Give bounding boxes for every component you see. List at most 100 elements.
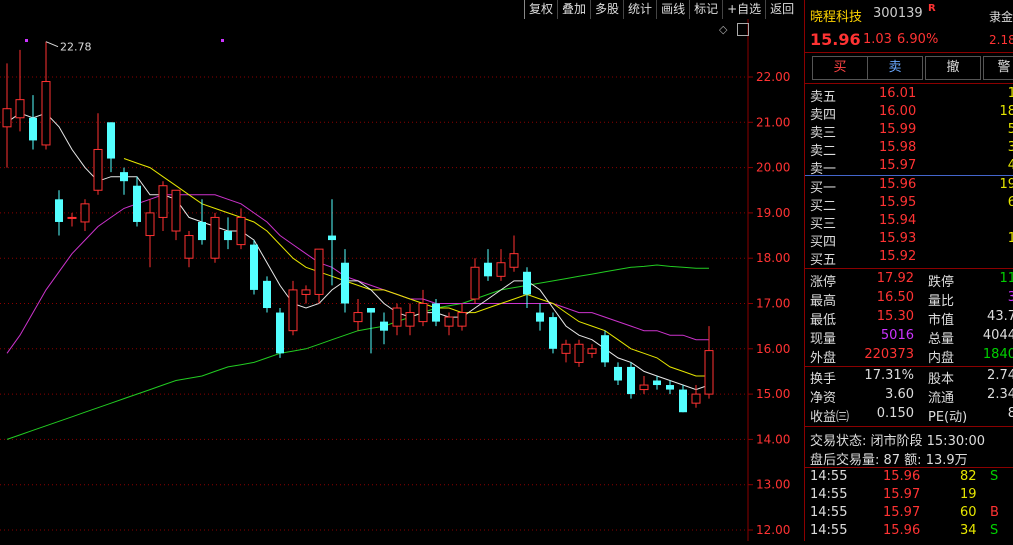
bid-row[interactable]: 买二 15.95 6 <box>805 195 1013 214</box>
toolbar-button-7[interactable]: 返回 <box>765 0 798 19</box>
bid-row[interactable]: 买一 15.96 19 <box>805 177 1013 196</box>
ask-row[interactable]: 卖二 15.98 3 <box>805 140 1013 159</box>
tick-volume: 82 <box>960 469 977 484</box>
candle-body <box>653 380 661 386</box>
candle-body <box>171 189 181 232</box>
bid-row[interactable]: 买三 15.94 <box>805 213 1013 232</box>
stat-value: 15.30 <box>876 309 914 324</box>
tick-row[interactable]: 14:55 15.97 19 <box>805 487 1013 505</box>
price-label: 17.00 <box>756 297 790 311</box>
stat-value: 16.50 <box>876 290 914 305</box>
price-label: 15.00 <box>756 387 790 401</box>
candle-body <box>93 148 103 191</box>
stat-label: 收益㈢ <box>810 410 850 425</box>
candle-body <box>691 393 701 404</box>
ask-price: 16.00 <box>879 104 917 119</box>
ask-row[interactable]: 卖五 16.01 1 <box>805 86 1013 105</box>
tick-volume: 60 <box>960 505 977 520</box>
tick-side: S <box>990 469 999 484</box>
candle-body <box>444 316 454 327</box>
event-marker <box>221 39 224 42</box>
buy-button[interactable]: 买 <box>812 56 868 80</box>
price-change-pct: 6.90% <box>897 32 939 47</box>
trade-status: 交易状态: 闭市阶段 15:30:00 <box>810 434 986 449</box>
ask-row[interactable]: 卖四 16.00 18 <box>805 104 1013 123</box>
sell-button[interactable]: 卖 <box>867 56 923 80</box>
ask-volume: 5 <box>1007 122 1013 137</box>
toolbar-button-4[interactable]: 画线 <box>656 0 689 19</box>
current-price: 15.96 <box>810 30 861 49</box>
stat-label: 跌停 <box>928 275 955 290</box>
candle-body <box>418 303 428 323</box>
stat-row[interactable]: 收益㈢ 0.150 PE(动) 8 <box>805 406 1013 425</box>
bid-row[interactable]: 买四 15.93 1 <box>805 231 1013 250</box>
stat-label: 换手 <box>810 372 837 387</box>
stat-label: 内盘 <box>928 351 955 366</box>
stat-value: 5016 <box>880 328 914 343</box>
stat-row[interactable]: 最低 15.30 市值 43.7 <box>805 309 1013 328</box>
toolbar-button-5[interactable]: 标记 <box>689 0 722 19</box>
candle-body <box>367 308 375 313</box>
chart-diamond-icon[interactable]: ◇ <box>719 23 727 36</box>
candle-body <box>353 312 363 323</box>
stat-row[interactable]: 换手 17.31% 股本 2.74 <box>805 368 1013 387</box>
bid-price: 15.96 <box>879 177 917 192</box>
candle-body <box>574 343 584 363</box>
tick-row[interactable]: 14:55 15.96 82 S <box>805 469 1013 487</box>
kline-chart[interactable]: 22.00 21.00 20.00 19.00 18.00 17.00 16.00 15.00… <box>0 19 800 541</box>
tick-row[interactable]: 14:55 15.97 60 B <box>805 505 1013 523</box>
tick-volume: 19 <box>960 487 977 502</box>
candle-body <box>301 289 311 295</box>
stat-label: 市值 <box>928 313 955 328</box>
stat-value: 3.60 <box>885 387 914 402</box>
candle-body <box>679 389 687 413</box>
candle-body <box>80 203 90 223</box>
toolbar-button-3[interactable]: 统计 <box>623 0 656 19</box>
toolbar-button-1[interactable]: 叠加 <box>557 0 590 19</box>
ask-price: 16.01 <box>879 86 917 101</box>
stat-row[interactable]: 最高 16.50 量比 3 <box>805 290 1013 309</box>
candle-body <box>392 307 402 327</box>
ask-volume: 18 <box>999 104 1013 119</box>
ask-row[interactable]: 卖三 15.99 5 <box>805 122 1013 141</box>
alert-button[interactable]: 警 <box>983 56 1013 80</box>
candle-body <box>470 266 480 300</box>
bid-label: 买三 <box>810 217 837 232</box>
candle-body <box>120 172 128 182</box>
candle-body <box>457 312 467 327</box>
candle-body <box>509 253 519 268</box>
price-label: 13.00 <box>756 478 790 492</box>
ask-label: 卖五 <box>810 90 837 105</box>
price-label: 20.00 <box>756 161 790 175</box>
cancel-button[interactable]: 撤 <box>925 56 981 80</box>
quote-panel: 晓程科技 300139 R 隶金 15.96 1.03 6.90% 2.18 买… <box>804 0 1013 541</box>
toolbar-button-6[interactable]: +自选 <box>722 0 765 19</box>
after-hours-volume: 盘后交易量: 87 额: 13.9万 <box>810 453 968 468</box>
chart-toolbar: 复权 叠加 多股 统计 画线 标记 +自选 返回 <box>524 0 798 19</box>
bid-price: 15.94 <box>879 213 917 228</box>
stat-row[interactable]: 现量 5016 总量 4044 <box>805 328 1013 347</box>
bid-label: 买二 <box>810 199 837 214</box>
stat-row[interactable]: 外盘 220373 内盘 1840 <box>805 347 1013 366</box>
candle-body <box>145 212 155 237</box>
toolbar-button-2[interactable]: 多股 <box>590 0 623 19</box>
toolbar-button-0[interactable]: 复权 <box>524 0 557 19</box>
stat-row[interactable]: 涨停 17.92 跌停 11 <box>805 271 1013 290</box>
ask-label: 卖四 <box>810 108 837 123</box>
candle-body <box>224 231 232 241</box>
ask-volume: 4 <box>1007 158 1013 173</box>
candle-body <box>15 99 25 119</box>
bid-row[interactable]: 买五 15.92 <box>805 249 1013 268</box>
candle-body <box>627 366 635 395</box>
tick-row[interactable]: 14:55 15.96 34 S <box>805 523 1013 541</box>
price-label: 18.00 <box>756 251 790 265</box>
stat-value: 220373 <box>864 347 914 362</box>
ask-price: 15.99 <box>879 122 917 137</box>
candle-body <box>484 262 492 277</box>
stat-row[interactable]: 净资 3.60 流通 2.34 <box>805 387 1013 406</box>
candle-body <box>2 108 12 128</box>
candle-body <box>158 185 168 218</box>
kline-svg: 22.00 21.00 20.00 19.00 18.00 17.00 16.00 15.00… <box>0 19 790 541</box>
chart-panel-toggle-icon[interactable] <box>737 23 749 36</box>
ask-row[interactable]: 卖一 15.97 4 <box>805 158 1013 177</box>
